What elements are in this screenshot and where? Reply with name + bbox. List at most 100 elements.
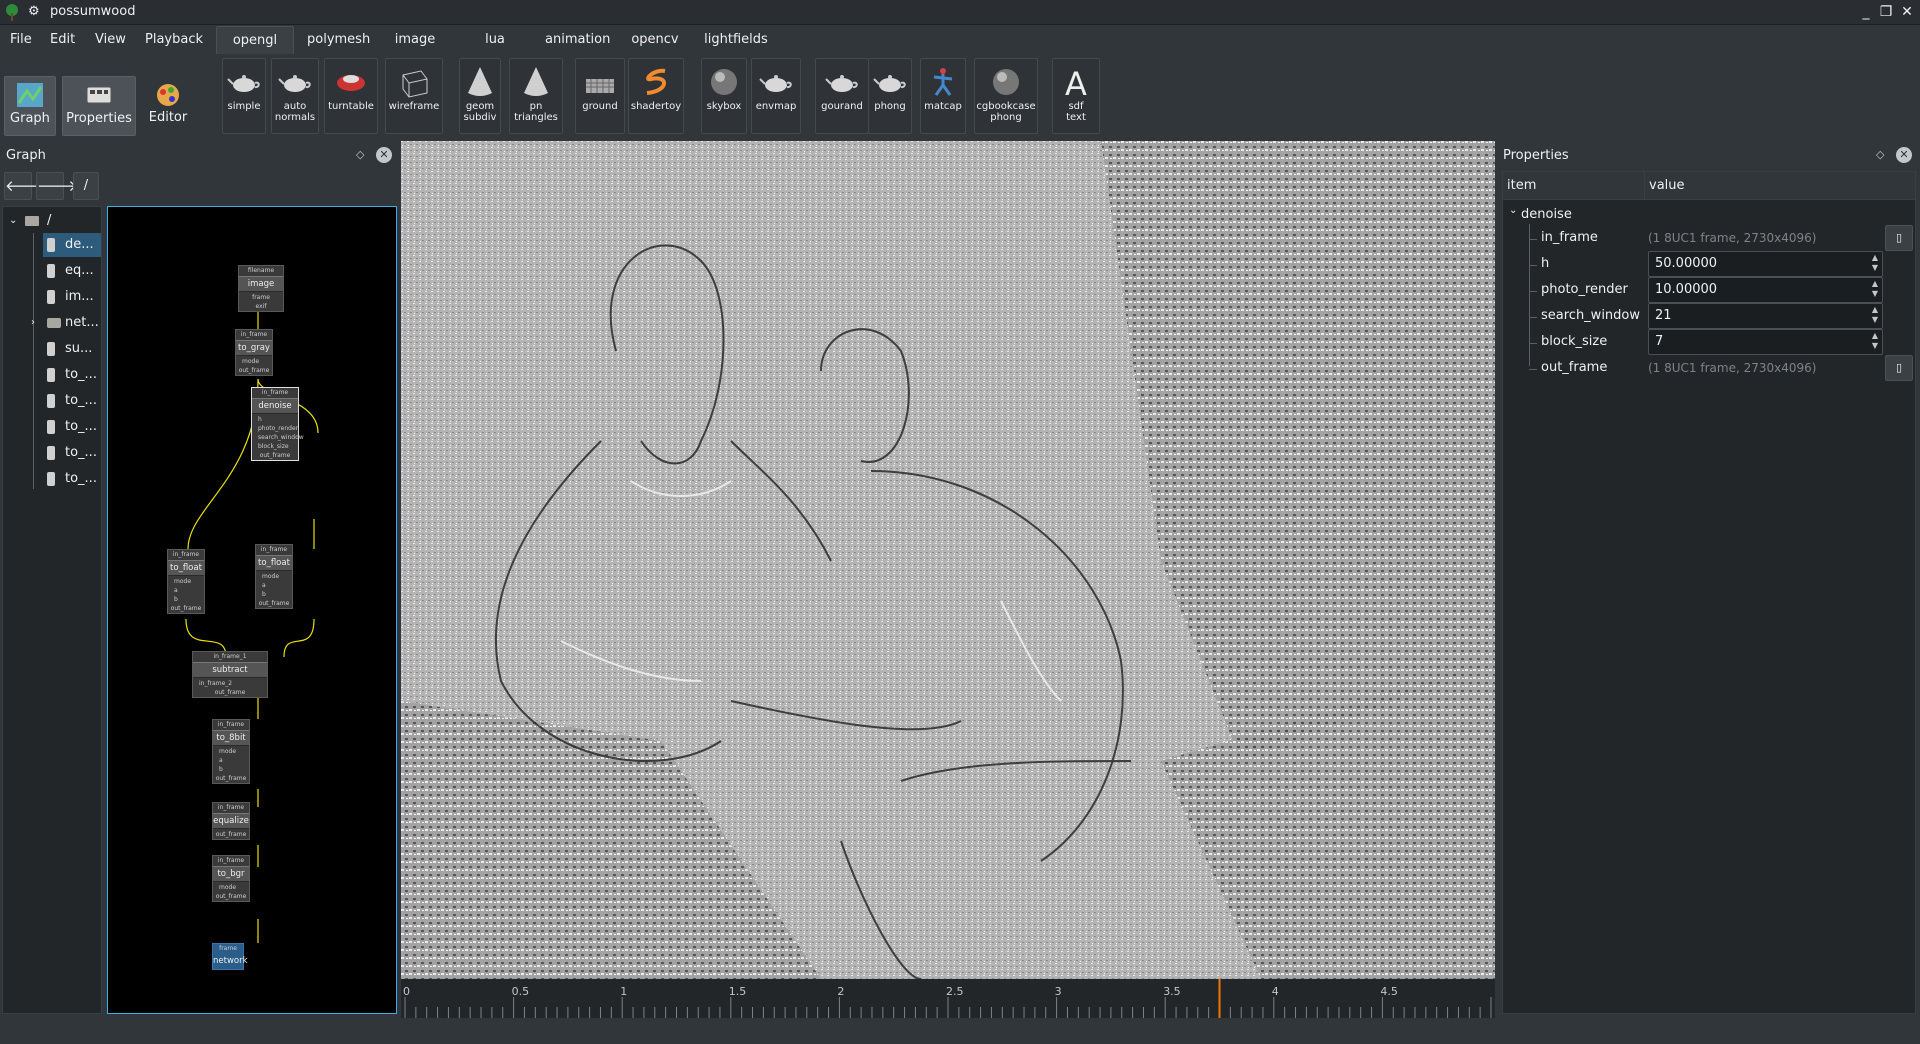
graph-node-to_bgr[interactable]: in_frame to_bgr mode out_frame xyxy=(212,855,250,902)
tree-item[interactable]: de... xyxy=(43,233,101,257)
graph-node-to_gray[interactable]: in_frame to_gray mode out_frame xyxy=(235,329,273,376)
forward-button[interactable]: 🡒 xyxy=(36,172,77,200)
node-port[interactable]: mode xyxy=(213,747,249,756)
tab-lua[interactable]: lua xyxy=(455,26,535,54)
properties-mode-button[interactable]: Properties xyxy=(62,76,136,136)
node-port[interactable]: mode xyxy=(236,357,272,366)
tree-root[interactable]: ⌄ / xyxy=(3,209,101,233)
toolbar-button-skybox[interactable]: skybox xyxy=(701,58,747,134)
col-header-value[interactable]: value xyxy=(1645,172,1916,200)
node-port[interactable]: mode xyxy=(256,572,292,581)
tree-item[interactable]: to_... xyxy=(43,441,101,465)
spin-arrows-icon[interactable]: ▲ ▼ xyxy=(1872,279,1878,299)
timeline[interactable]: 0 0.5 1 1.5 2 2.5 3 3.5 4 4.5 xyxy=(401,979,1495,1018)
toolbar-button-auto-normals[interactable]: auto normals xyxy=(271,58,319,134)
chevron-right-icon[interactable]: › xyxy=(31,311,35,335)
back-button[interactable]: 🡐 xyxy=(4,172,45,200)
node-port[interactable]: mode xyxy=(213,883,249,892)
spin-arrows-icon[interactable]: ▲ ▼ xyxy=(1872,253,1878,273)
node-port[interactable]: b xyxy=(213,765,249,774)
tree-item[interactable]: › net... xyxy=(31,311,101,335)
node-port[interactable]: in_frame xyxy=(168,550,204,559)
chevron-down-icon[interactable]: ⌄ xyxy=(1509,205,1517,216)
node-port[interactable]: out_frame xyxy=(168,604,204,613)
node-port[interactable]: frame xyxy=(213,944,243,953)
graph-node-to_float[interactable]: in_frame to_float mode a b out_frame xyxy=(255,544,293,609)
graph-node-image[interactable]: filename image frame exif xyxy=(238,265,284,312)
tab-animation[interactable]: animation xyxy=(535,26,617,54)
property-value-block_size-spinbox[interactable]: 7 ▲ ▼ xyxy=(1648,329,1883,355)
property-value-photo_render-spinbox[interactable]: 10.00000 ▲ ▼ xyxy=(1648,277,1883,303)
graph-node-equalize[interactable]: in_frame equalize out_frame xyxy=(212,802,250,840)
node-port[interactable]: frame xyxy=(239,293,283,302)
graph-node-denoise[interactable]: in_frame denoise h photo_render search_windo… xyxy=(251,387,304,461)
tree-item[interactable]: to_... xyxy=(43,415,101,439)
node-port[interactable]: out_frame xyxy=(213,774,249,783)
toolbar-button-turntable[interactable]: turntable xyxy=(324,58,378,134)
node-port[interactable]: filename xyxy=(239,266,283,275)
node-port[interactable]: a xyxy=(213,756,249,765)
node-port[interactable]: out_frame xyxy=(252,451,298,460)
node-port[interactable]: in_frame_1 xyxy=(193,652,267,661)
chevron-down-icon[interactable]: ⌄ xyxy=(9,209,17,233)
float-panel-icon[interactable]: ◇ xyxy=(356,148,364,161)
node-port[interactable]: h xyxy=(252,415,298,424)
node-port[interactable]: b xyxy=(168,595,204,604)
tab-opencv[interactable]: opencv xyxy=(617,26,693,54)
property-value[interactable]: 21 xyxy=(1655,308,1672,323)
graph-node-subtract[interactable]: in_frame_1 subtract in_frame_2 out_frame xyxy=(192,651,268,698)
property-value-search_window-spinbox[interactable]: 21 ▲ ▼ xyxy=(1648,303,1883,329)
node-port[interactable]: photo_render xyxy=(252,424,298,433)
toolbar-button-pn-triangles[interactable]: pn triangles xyxy=(509,58,563,134)
close-panel-icon[interactable]: ✕ xyxy=(376,147,392,163)
tree-item[interactable]: to_... xyxy=(43,363,101,387)
restore-button[interactable]: ❐ xyxy=(1875,2,1897,22)
gear-icon[interactable]: ⚙ xyxy=(28,4,40,19)
graph-mode-button[interactable]: Graph xyxy=(4,76,56,136)
tree-item[interactable]: eq... xyxy=(43,259,101,283)
editor-mode-button[interactable]: Editor xyxy=(140,76,196,136)
toolbar-button-sdf-text[interactable]: Asdf text xyxy=(1052,58,1100,134)
tab-polymesh[interactable]: polymesh xyxy=(297,26,375,54)
col-header-item[interactable]: item xyxy=(1503,172,1645,200)
close-panel-icon[interactable]: ✕ xyxy=(1896,147,1912,163)
3d-viewport[interactable] xyxy=(401,141,1495,979)
toolbar-button-shadertoy[interactable]: shadertoy xyxy=(628,58,684,134)
tree-item[interactable]: su... xyxy=(43,337,101,361)
graph-node-network[interactable]: frame network xyxy=(212,943,248,970)
node-port[interactable]: a xyxy=(168,586,204,595)
tree-item[interactable]: im... xyxy=(43,285,101,309)
float-panel-icon[interactable]: ◇ xyxy=(1876,148,1884,161)
spin-arrows-icon[interactable]: ▲ ▼ xyxy=(1872,331,1878,351)
menu-playback[interactable]: Playback xyxy=(145,32,203,47)
toolbar-button-simple[interactable]: simple xyxy=(222,58,266,134)
network-tree[interactable]: ⌄ / de... eq... im... › net... su... to_... to_… xyxy=(2,206,102,1014)
toolbar-button-geom-subdiv[interactable]: geom subdiv xyxy=(459,58,501,134)
tree-item[interactable]: to_... xyxy=(43,389,101,413)
node-port[interactable]: mode xyxy=(168,577,204,586)
node-port[interactable]: out_frame xyxy=(213,892,249,901)
menu-edit[interactable]: Edit xyxy=(50,32,75,47)
node-port[interactable]: in_frame xyxy=(256,545,292,554)
node-port[interactable]: out_frame xyxy=(236,366,272,375)
toolbar-button-phong[interactable]: phong xyxy=(868,58,912,134)
node-port[interactable]: in_frame xyxy=(213,856,249,865)
node-port[interactable]: out_frame xyxy=(256,599,292,608)
tab-lightfields[interactable]: lightfields xyxy=(693,26,779,54)
open-frame-button[interactable]: ▯ xyxy=(1885,355,1913,381)
spin-arrows-icon[interactable]: ▲ ▼ xyxy=(1872,305,1878,325)
open-frame-button[interactable]: ▯ xyxy=(1885,225,1913,251)
toolbar-button-matcap[interactable]: matcap xyxy=(920,58,966,134)
tab-opengl[interactable]: opengl xyxy=(216,26,294,54)
node-port[interactable]: search_window xyxy=(252,433,304,442)
tree-item[interactable]: to_... xyxy=(43,467,101,491)
property-value-h-spinbox[interactable]: 50.00000 ▲ ▼ xyxy=(1648,251,1883,277)
minimize-button[interactable]: _ xyxy=(1855,2,1877,22)
node-port[interactable]: b xyxy=(256,590,292,599)
node-port[interactable]: a xyxy=(256,581,292,590)
menu-view[interactable]: View xyxy=(95,32,126,47)
node-port[interactable]: in_frame xyxy=(213,720,249,729)
toolbar-button-envmap[interactable]: envmap xyxy=(751,58,801,134)
node-port[interactable]: exif xyxy=(239,302,283,311)
graph-canvas[interactable]: filename image frame exif in_frame to_gray mod… xyxy=(107,206,397,1014)
